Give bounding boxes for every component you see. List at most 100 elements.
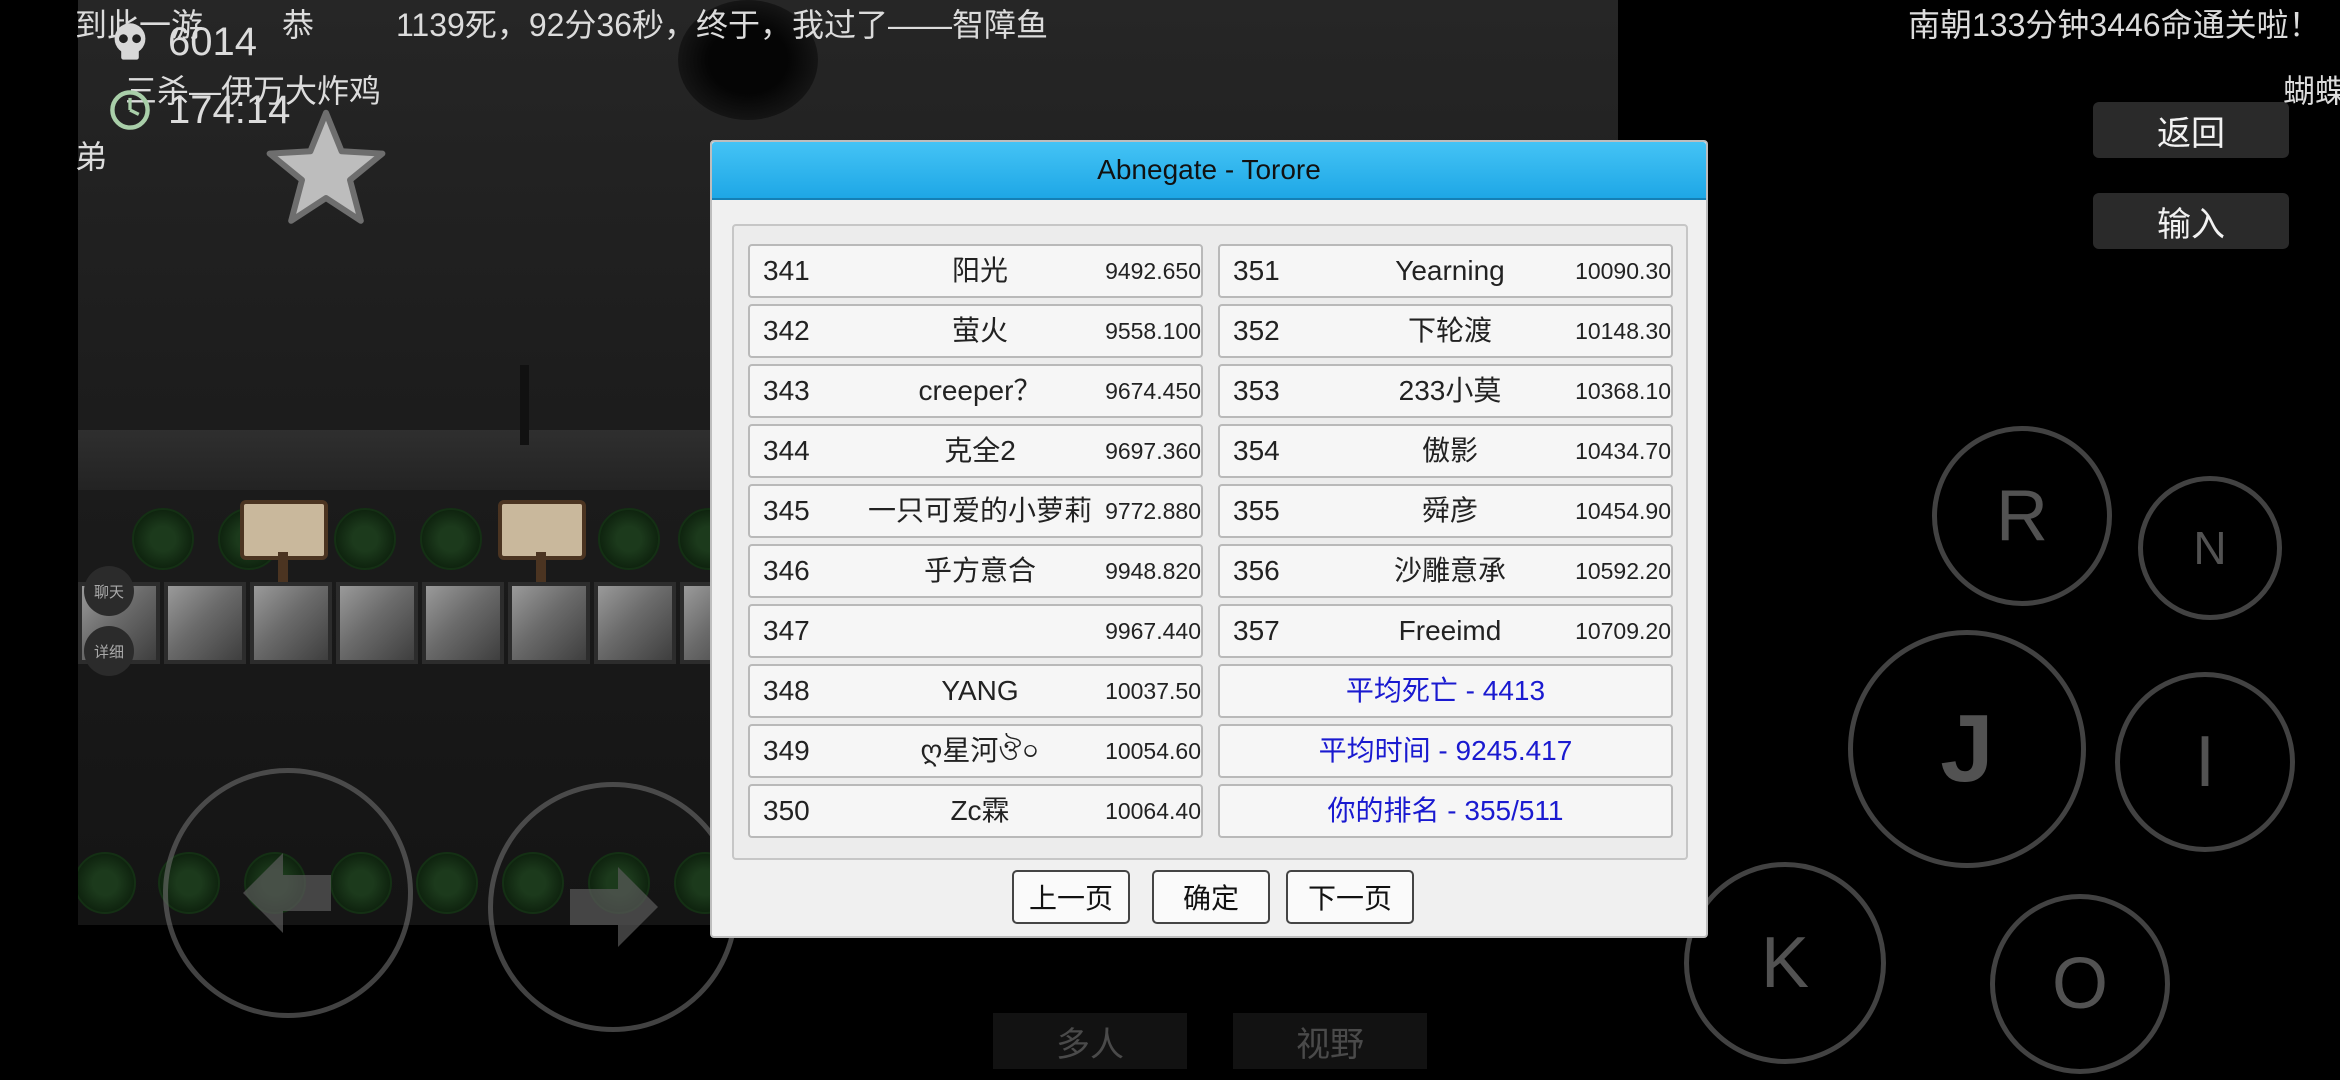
player-name: 下轮渡	[1407, 315, 1492, 346]
input-button[interactable]: 输入	[2093, 193, 2289, 249]
rank: 353	[1233, 375, 1280, 406]
bush	[78, 852, 136, 914]
score: 9492.650	[1105, 258, 1201, 284]
j-button[interactable]: J	[1848, 630, 2086, 868]
arrow-right-icon	[570, 867, 658, 947]
rank: 357	[1233, 615, 1280, 646]
player-name: YANG	[941, 675, 1019, 706]
score: 10090.30	[1575, 258, 1671, 284]
player-name: 萤火	[951, 315, 1008, 346]
dpad-left-button[interactable]	[163, 768, 413, 1018]
average-time-row: 平均时间 - 9245.417	[1218, 724, 1673, 778]
wooden-sign	[240, 500, 328, 582]
dialog-title: Abnegate - Torore	[712, 142, 1706, 200]
table-row: 347 9967.440	[748, 604, 1203, 658]
player-name: 傲影	[1421, 435, 1478, 466]
rank: 347	[763, 615, 810, 646]
table-row: 355 舜彦 10454.90	[1218, 484, 1673, 538]
average-deaths: 平均死亡 - 4413	[1345, 675, 1546, 706]
next-page-button[interactable]: 下一页	[1286, 870, 1414, 924]
table-row: 350 Zc霖 10064.40	[748, 784, 1203, 838]
player-name: 克全2	[944, 435, 1016, 466]
player-name: 233小莫	[1398, 375, 1502, 406]
player-name: Zc霖	[950, 795, 1010, 826]
back-button[interactable]: 返回	[2093, 102, 2289, 158]
chat-line-right: 蝴蝶	[2283, 73, 2340, 109]
score: 10454.90	[1575, 498, 1671, 524]
your-rank: 你的排名 - 355/511	[1327, 795, 1564, 826]
rank: 351	[1233, 255, 1280, 286]
score: 10054.60	[1105, 738, 1201, 764]
player-name: Yearning	[1395, 255, 1505, 286]
score: 10709.20	[1575, 618, 1671, 644]
chat-line: 1139死，92分36秒，终于，我过了——智障鱼	[396, 7, 1049, 43]
rank: 356	[1233, 555, 1280, 586]
table-row: 354 傲影 10434.70	[1218, 424, 1673, 478]
rank: 354	[1233, 435, 1280, 466]
i-button[interactable]: I	[2115, 672, 2295, 852]
average-time: 平均时间 - 9245.417	[1318, 735, 1573, 766]
table-row: 352 下轮渡 10148.30	[1218, 304, 1673, 358]
score: 10037.50	[1105, 678, 1201, 704]
score: 10064.40	[1105, 798, 1201, 824]
player-name: 沙雕意承	[1393, 555, 1506, 586]
rank: 343	[763, 375, 810, 406]
clock-icon	[110, 90, 150, 130]
table-row: 356 沙雕意承 10592.20	[1218, 544, 1673, 598]
n-button[interactable]: N	[2138, 476, 2282, 620]
player-name: creeper？	[918, 375, 1042, 406]
rank: 345	[763, 495, 810, 526]
table-row: 345 一只可爱的小萝莉 9772.880	[748, 484, 1203, 538]
bush	[132, 508, 194, 570]
bush	[598, 508, 660, 570]
your-rank-row: 你的排名 - 355/511	[1218, 784, 1673, 838]
score: 9948.820	[1105, 558, 1201, 584]
chat-line: 弟	[75, 139, 108, 175]
player-name: 舜彦	[1421, 495, 1478, 526]
score: 9772.880	[1105, 498, 1201, 524]
score: 9674.450	[1105, 378, 1201, 404]
prev-page-button[interactable]: 上一页	[1012, 870, 1130, 924]
leaderboard-dialog: Abnegate - Torore 341 阳光 9492.650 342 萤火 955…	[710, 140, 1708, 938]
death-counter: 6014	[168, 20, 257, 64]
leaderboard-panel: 341 阳光 9492.650 342 萤火 9558.100 343 creeper？ 9…	[732, 224, 1688, 860]
bush	[334, 508, 396, 570]
table-row: 357 Freeimd 10709.20	[1218, 604, 1673, 658]
chat-bubble[interactable]: 聊天	[84, 566, 134, 616]
score: 10368.10	[1575, 378, 1671, 404]
detail-bubble[interactable]: 详细	[84, 626, 134, 676]
score: 10592.20	[1575, 558, 1671, 584]
ok-button[interactable]: 确定	[1152, 870, 1270, 924]
table-row: 349 ღ星河ঔ০ 10054.60	[748, 724, 1203, 778]
play-timer: 174:14	[168, 88, 291, 132]
k-button[interactable]: K	[1684, 862, 1886, 1064]
bush	[420, 508, 482, 570]
leaderboard-right-column: 351 Yearning 10090.30 352 下轮渡 10148.30 353 23…	[1218, 244, 1673, 844]
chat-line-right: 南朝133分钟3446命通关啦！	[1908, 7, 2321, 43]
player-name: 阳光	[951, 255, 1008, 286]
rank: 348	[763, 675, 810, 706]
dpad-right-button[interactable]	[488, 782, 738, 1032]
view-tab[interactable]: 视野	[1233, 1013, 1427, 1069]
wooden-sign	[498, 500, 586, 582]
table-row: 346 乎方意合 9948.820	[748, 544, 1203, 598]
table-row: 343 creeper？ 9674.450	[748, 364, 1203, 418]
rank: 352	[1233, 315, 1280, 346]
score: 9558.100	[1105, 318, 1201, 344]
multiplayer-tab[interactable]: 多人	[993, 1013, 1187, 1069]
table-row: 342 萤火 9558.100	[748, 304, 1203, 358]
bush	[416, 852, 478, 914]
rank: 344	[763, 435, 810, 466]
score: 10148.30	[1575, 318, 1671, 344]
arrow-left-icon	[243, 853, 331, 933]
leaderboard-left-column: 341 阳光 9492.650 342 萤火 9558.100 343 creeper？ 9…	[748, 244, 1203, 844]
r-button[interactable]: R	[1932, 426, 2112, 606]
skull-icon	[114, 23, 146, 60]
score: 10434.70	[1575, 438, 1671, 464]
rank: 350	[763, 795, 810, 826]
player-name: Freeimd	[1398, 615, 1502, 646]
rank: 346	[763, 555, 810, 586]
rank: 349	[763, 735, 810, 766]
o-button[interactable]: O	[1990, 894, 2170, 1074]
table-row: 353 233小莫 10368.10	[1218, 364, 1673, 418]
